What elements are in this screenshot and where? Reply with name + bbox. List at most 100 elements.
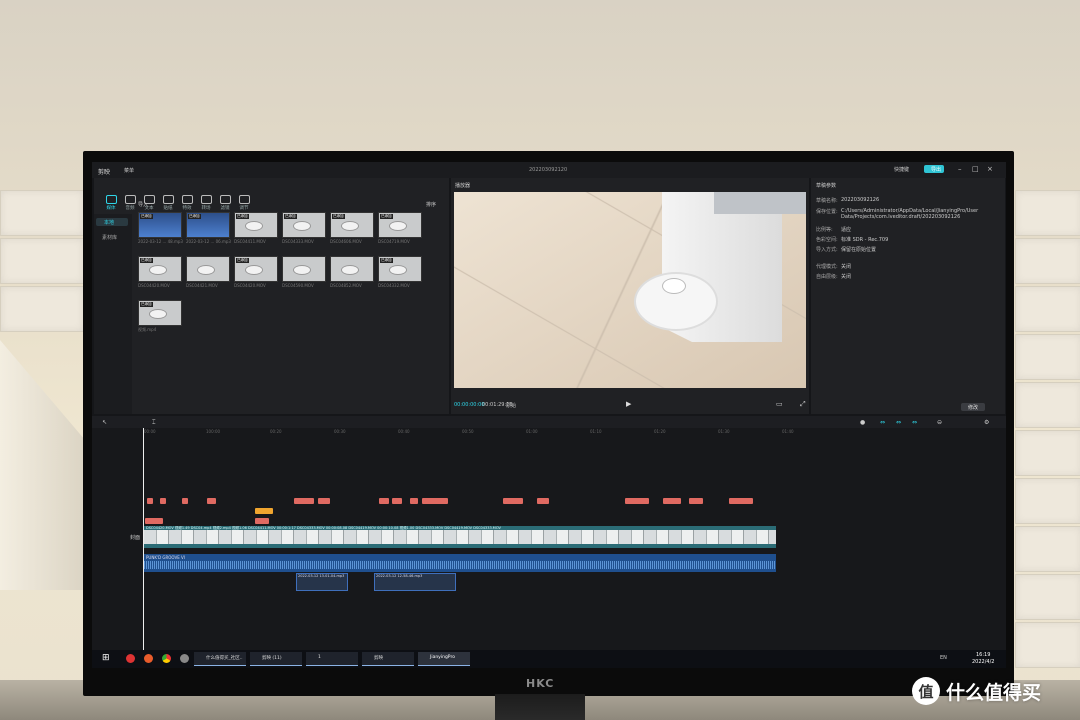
media-thumb[interactable]: 已添加 <box>330 212 374 238</box>
monitor-stand <box>495 694 585 720</box>
robot-vacuum <box>634 272 718 331</box>
media-thumb[interactable]: 已添加 <box>282 212 326 238</box>
text-clip[interactable] <box>503 498 523 504</box>
modify-button[interactable]: 修改 <box>961 403 985 411</box>
audio-clip[interactable]: 2022-03-12 12-58-46.mp3 <box>374 573 456 591</box>
play-icon[interactable]: ▶ <box>626 400 631 408</box>
sticker-clip[interactable] <box>255 508 273 514</box>
media-label: DSC04333.MOV <box>282 239 314 244</box>
text-clip[interactable] <box>145 518 163 524</box>
close-icon[interactable]: × <box>987 165 993 173</box>
audio-clip[interactable]: 2022-03-12 13-01-04.mp3 <box>296 573 348 591</box>
media-panel: 媒体 音频 文本 贴纸 特效 转场 滤镜 调节 本地 素材库 导入 排序 已添加… <box>94 178 449 414</box>
text-clip[interactable] <box>182 498 188 504</box>
tab-stickers[interactable]: 贴纸 <box>159 195 177 211</box>
sidebar-item-local[interactable]: 本地 <box>96 218 128 226</box>
select-tool-icon[interactable]: ↖ <box>102 419 107 426</box>
music-track[interactable]: PUNK'D GROOVE VI <box>144 554 776 572</box>
media-thumb[interactable] <box>330 256 374 282</box>
chrome-icon[interactable] <box>162 654 171 663</box>
taskbar-app[interactable]: 什么值得买_社区.. <box>194 652 246 666</box>
text-clip[interactable] <box>410 498 418 504</box>
taskbar-app-active[interactable]: JianyingPro <box>418 652 470 666</box>
tab-transitions[interactable]: 转场 <box>197 195 215 211</box>
text-clip[interactable] <box>537 498 549 504</box>
sidebar-item-library[interactable]: 素材库 <box>102 234 117 241</box>
crop-icon[interactable]: ▭ <box>776 400 783 408</box>
zoom-out-icon[interactable]: ⊖ <box>937 419 942 426</box>
ratio-select[interactable]: 原始 <box>506 402 516 409</box>
language-indicator[interactable]: EN <box>940 655 947 661</box>
shortcut-button[interactable]: 快捷键 <box>894 166 909 173</box>
text-clip[interactable] <box>207 498 216 504</box>
player-title: 播放器 <box>455 183 471 189</box>
browser-icon[interactable] <box>144 654 153 663</box>
text-clip[interactable] <box>422 498 448 504</box>
media-thumb[interactable]: 已添加 <box>138 300 182 326</box>
maximize-icon[interactable]: □ <box>972 165 979 173</box>
media-thumb[interactable]: 已添加 <box>378 212 422 238</box>
clock-date[interactable]: 2022/4/2 <box>972 659 994 665</box>
sort-button[interactable]: 排序 <box>426 201 436 208</box>
media-thumb[interactable]: 已添加 <box>186 212 230 238</box>
text-clip[interactable] <box>729 498 753 504</box>
video-track[interactable]: DSC04420.MOV 视频1.49 DSC04.mp4 视频2.mp4 视频… <box>144 526 776 548</box>
media-label: 2022-03-12 ... 06.mp3 <box>186 239 231 244</box>
monitor-brand: HKC <box>526 677 555 690</box>
text-clip[interactable] <box>689 498 703 504</box>
text-clip[interactable] <box>392 498 402 504</box>
wall-brick <box>1015 622 1080 668</box>
media-thumb[interactable]: 已添加 <box>234 212 278 238</box>
taskbar-app[interactable]: 剪映 <box>362 652 414 666</box>
minimize-icon[interactable]: – <box>958 165 962 173</box>
mic-icon[interactable]: ● <box>860 419 865 426</box>
media-thumb[interactable]: 已添加 <box>138 212 182 238</box>
current-time: 00:00:00:00 <box>454 402 485 408</box>
title-bar: 剪映 菜单 202203092120 快捷键 导出 – □ × <box>92 162 1006 178</box>
text-clip[interactable] <box>294 498 314 504</box>
wall-brick <box>1015 430 1080 476</box>
text-clip[interactable] <box>663 498 681 504</box>
taskbar-app[interactable]: 剪映 (11) <box>250 652 302 666</box>
media-label: DSC04421.MOV <box>186 283 218 288</box>
video-preview <box>454 192 806 388</box>
watermark-logo: 值 <box>912 677 940 705</box>
snap-icon[interactable]: ⇔ <box>896 419 901 426</box>
text-clip[interactable] <box>379 498 389 504</box>
export-button[interactable]: 导出 <box>924 165 944 173</box>
wall-brick <box>1015 286 1080 332</box>
import-button[interactable]: 导入 <box>138 201 148 208</box>
clock-time[interactable]: 16:19 <box>976 652 990 658</box>
tab-filters[interactable]: 滤镜 <box>216 195 234 211</box>
media-label: DSC04420.MOV <box>138 283 170 288</box>
media-icon <box>105 195 117 204</box>
app-icon[interactable] <box>180 654 189 663</box>
media-thumb[interactable]: 已添加 <box>138 256 182 282</box>
split-icon[interactable]: ⌶ <box>152 419 156 427</box>
media-thumb[interactable]: 已添加 <box>234 256 278 282</box>
settings-icon[interactable]: ⚙ <box>984 419 989 426</box>
text-clip[interactable] <box>147 498 153 504</box>
tab-effects[interactable]: 特效 <box>178 195 196 211</box>
text-clip[interactable] <box>255 518 269 524</box>
taskbar-app[interactable]: 1 <box>306 652 358 666</box>
text-clip[interactable] <box>318 498 330 504</box>
tab-audio[interactable]: 音频 <box>121 195 139 211</box>
tab-media[interactable]: 媒体 <box>102 195 120 211</box>
app-icon[interactable] <box>126 654 135 663</box>
media-thumb[interactable]: 已添加 <box>378 256 422 282</box>
wall-brick <box>1015 334 1080 380</box>
windows-start-icon[interactable]: ⊞ <box>102 653 110 663</box>
cover-label[interactable]: 封面 <box>130 534 140 541</box>
media-thumb[interactable] <box>186 256 230 282</box>
fullscreen-icon[interactable]: ⤢ <box>800 400 806 409</box>
preview-axis-icon[interactable]: ⇔ <box>912 419 917 426</box>
text-clip[interactable] <box>625 498 649 504</box>
link-icon[interactable]: ⇔ <box>880 419 885 426</box>
menu-button[interactable]: 菜单 <box>124 167 134 174</box>
media-thumb[interactable] <box>282 256 326 282</box>
tab-adjust[interactable]: 调节 <box>235 195 253 211</box>
text-clip[interactable] <box>160 498 166 504</box>
adjust-icon <box>238 195 250 204</box>
media-label: DSC04606.MOV <box>330 239 362 244</box>
